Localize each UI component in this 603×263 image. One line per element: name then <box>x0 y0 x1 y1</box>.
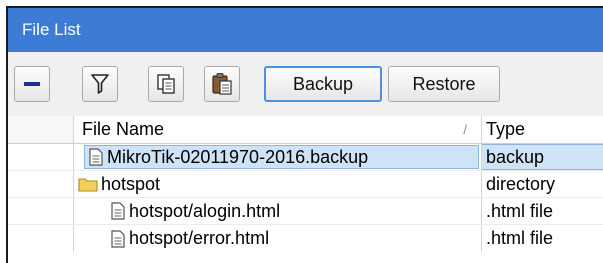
file-type-cell: .html file <box>486 228 554 248</box>
row-gutter <box>8 171 74 197</box>
sort-indicator-icon: / <box>463 122 467 137</box>
column-header-file-name[interactable]: File Name / <box>74 116 482 143</box>
file-name: hotspot <box>101 173 161 194</box>
remove-button[interactable] <box>14 66 50 102</box>
filter-icon <box>91 74 109 94</box>
file-type-cell: backup <box>482 144 603 170</box>
filter-button[interactable] <box>82 66 118 102</box>
file-table: File Name / Type MikroTik-02011970-2016.… <box>8 116 603 263</box>
file-icon <box>89 148 103 166</box>
row-gutter <box>8 225 74 252</box>
file-name-cell: hotspot <box>74 171 482 197</box>
file-name-cell: MikroTik-02011970-2016.backup <box>74 144 482 170</box>
row-gutter <box>8 144 74 170</box>
table-row[interactable]: hotspot/error.html .html file <box>8 225 603 252</box>
restore-button[interactable]: Restore <box>388 66 500 102</box>
table-header: File Name / Type <box>8 116 603 144</box>
file-name-cell: hotspot/error.html <box>74 225 482 252</box>
file-name: hotspot/error.html <box>129 228 270 248</box>
window-titlebar: File List <box>8 8 603 52</box>
table-row[interactable]: hotspot directory <box>8 171 603 198</box>
file-name: MikroTik-02011970-2016.backup <box>107 146 369 167</box>
table-row[interactable]: MikroTik-02011970-2016.backup backup <box>8 144 603 171</box>
copy-button[interactable] <box>148 66 184 102</box>
file-name: hotspot/alogin.html <box>129 200 281 221</box>
file-icon <box>111 202 125 220</box>
toolbar: Backup Restore <box>8 52 603 117</box>
row-gutter <box>8 198 74 224</box>
minus-icon <box>24 82 40 86</box>
file-type-cell: .html file <box>486 200 554 221</box>
backup-button[interactable]: Backup <box>264 66 382 102</box>
file-list-window: File List Backup Restore File Name / Typ… <box>6 6 603 263</box>
window-title: File List <box>22 20 81 39</box>
column-header-type[interactable]: Type <box>482 116 603 143</box>
restore-button-label: Restore <box>412 73 476 94</box>
file-type-cell: directory <box>486 173 556 194</box>
row-gutter-header <box>8 116 74 143</box>
backup-button-label: Backup <box>292 73 354 94</box>
paste-icon <box>212 73 232 95</box>
file-name-cell: hotspot/alogin.html <box>74 198 482 224</box>
folder-icon <box>78 178 98 192</box>
paste-button[interactable] <box>204 66 240 102</box>
table-row[interactable]: hotspot/alogin.html .html file <box>8 198 603 225</box>
copy-icon <box>157 74 175 94</box>
file-icon <box>111 229 125 248</box>
